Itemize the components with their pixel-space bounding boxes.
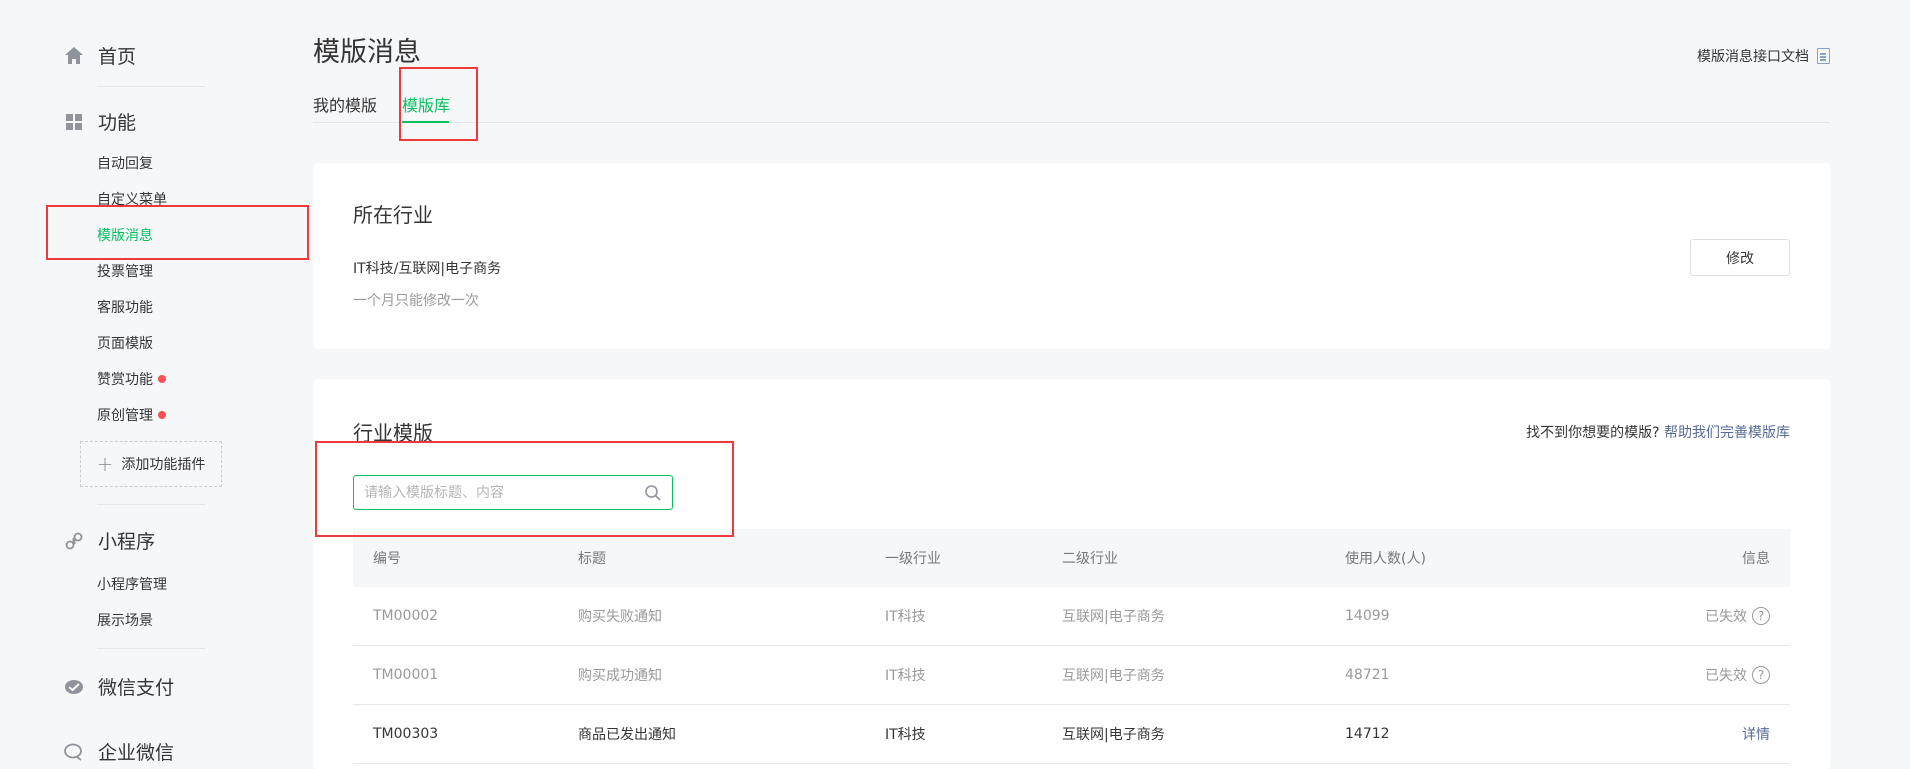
template-title: 购买成功通知 [578, 668, 662, 684]
miniprogram-icon [63, 530, 85, 552]
grid-icon [63, 111, 85, 133]
help-text: 找不到你想要的模版? 帮助我们完善模版库 [1526, 422, 1790, 442]
sidebar-item-label: 客服功能 [97, 300, 153, 316]
home-icon [63, 45, 85, 67]
column-header: 二级行业 [1062, 551, 1118, 567]
nav-enterprise-wechat-label: 企业微信 [98, 742, 175, 764]
api-doc-link[interactable]: 模版消息接口文档 [1697, 46, 1830, 66]
question-icon[interactable]: ? [1752, 607, 1770, 625]
enterprise-wechat-icon [63, 741, 85, 763]
template-industry1: IT科技 [885, 727, 926, 743]
nav-home-label: 首页 [98, 46, 137, 68]
template-industry1: IT科技 [885, 609, 926, 625]
templates-table: 编号 标题 一级行业 二级行业 使用人数(人) 信息 TM00002 购买失败通… [353, 529, 1790, 764]
new-badge-dot [158, 375, 166, 383]
sidebar-item-label: 赞赏功能 [97, 372, 153, 388]
template-industry2: 互联网|电子商务 [1062, 609, 1165, 625]
modify-button[interactable]: 修改 [1690, 239, 1790, 276]
plus-icon: + [96, 452, 114, 476]
industry-card-title: 所在行业 [353, 203, 433, 227]
column-header: 编号 [373, 551, 401, 567]
nav-enterprise-wechat[interactable]: 企业微信 [63, 738, 174, 765]
new-badge-dot [158, 411, 166, 419]
document-icon [1817, 48, 1830, 64]
sidebar-item-label: 原创管理 [97, 408, 153, 424]
template-info: 已失效 ? [1705, 646, 1770, 704]
sidebar-item-miniprogram-manage[interactable]: 小程序管理 [97, 574, 167, 594]
nav-miniprogram[interactable]: 小程序 [63, 527, 155, 554]
highlight-box-template-library-tab [399, 67, 478, 141]
table-header: 编号 标题 一级行业 二级行业 使用人数(人) 信息 [353, 529, 1790, 587]
status-expired: 已失效 [1705, 609, 1747, 625]
industry-note: 一个月只能修改一次 [353, 293, 479, 309]
sidebar: 首页 功能 自动回复 自定义菜单 模版消息 投票管理 客服功能 页面模版 赞赏功… [0, 0, 300, 769]
tab-my-templates[interactable]: 我的模版 [313, 92, 377, 116]
sidebar-item-original[interactable]: 原创管理 [97, 405, 166, 425]
template-id: TM00303 [373, 726, 439, 742]
status-expired: 已失效 [1705, 668, 1747, 684]
add-plugin-button[interactable]: + 添加功能插件 [80, 441, 222, 487]
nav-wechat-pay[interactable]: 微信支付 [63, 673, 174, 700]
improve-library-link[interactable]: 帮助我们完善模版库 [1664, 425, 1790, 441]
sidebar-item-customer-service[interactable]: 客服功能 [97, 297, 153, 317]
column-header: 使用人数(人) [1345, 551, 1426, 567]
column-header: 信息 [1742, 551, 1770, 567]
sidebar-item-label: 小程序管理 [97, 577, 167, 593]
api-doc-link-label: 模版消息接口文档 [1697, 49, 1809, 65]
nav-miniprogram-label: 小程序 [98, 531, 156, 553]
sidebar-divider [97, 504, 205, 505]
sidebar-item-vote[interactable]: 投票管理 [97, 261, 153, 281]
sidebar-item-label: 页面模版 [97, 336, 153, 352]
wechat-pay-icon [63, 676, 85, 698]
template-title: 购买失败通知 [578, 609, 662, 625]
sidebar-item-label: 展示场景 [97, 613, 153, 629]
template-id: TM00001 [373, 667, 439, 683]
details-link[interactable]: 详情 [1742, 705, 1770, 763]
nav-wechat-pay-label: 微信支付 [98, 677, 175, 699]
column-header: 标题 [578, 551, 606, 567]
sidebar-item-label: 投票管理 [97, 264, 153, 280]
nav-home[interactable]: 首页 [63, 42, 136, 69]
add-plugin-label: 添加功能插件 [121, 457, 206, 473]
highlight-box-template-message [46, 205, 309, 260]
industry-card: 所在行业 IT科技/互联网|电子商务 一个月只能修改一次 修改 [313, 163, 1830, 349]
sidebar-item-auto-reply[interactable]: 自动回复 [97, 153, 153, 173]
template-id: TM00002 [373, 608, 439, 624]
industry-value: IT科技/互联网|电子商务 [353, 261, 502, 277]
help-text-label: 找不到你想要的模版? [1526, 425, 1660, 441]
nav-features[interactable]: 功能 [63, 108, 136, 135]
sidebar-item-label: 自动回复 [97, 156, 153, 172]
template-users: 14712 [1345, 726, 1390, 742]
template-users: 14099 [1345, 608, 1390, 624]
tab-bar: 我的模版 模版库 [313, 90, 1830, 123]
sidebar-divider [97, 86, 205, 87]
sidebar-item-page-template[interactable]: 页面模版 [97, 333, 153, 353]
template-users: 48721 [1345, 667, 1390, 683]
question-icon[interactable]: ? [1752, 666, 1770, 684]
template-info: 已失效 ? [1705, 587, 1770, 645]
template-industry2: 互联网|电子商务 [1062, 727, 1165, 743]
template-industry2: 互联网|电子商务 [1062, 668, 1165, 684]
template-title: 商品已发出通知 [578, 727, 676, 743]
template-industry1: IT科技 [885, 668, 926, 684]
sidebar-item-reward[interactable]: 赞赏功能 [97, 369, 166, 389]
highlight-box-search [315, 441, 734, 537]
table-row: TM00001 购买成功通知 IT科技 互联网|电子商务 48721 已失效 ? [353, 646, 1790, 705]
table-row: TM00303 商品已发出通知 IT科技 互联网|电子商务 14712 详情 [353, 705, 1790, 764]
nav-features-label: 功能 [98, 112, 137, 134]
column-header: 一级行业 [885, 551, 941, 567]
industry-templates-card: 行业模版 找不到你想要的模版? 帮助我们完善模版库 编号 标题 一级行业 二级行… [313, 379, 1830, 769]
table-row: TM00002 购买失败通知 IT科技 互联网|电子商务 14099 已失效 ? [353, 587, 1790, 646]
page-title: 模版消息 [313, 37, 421, 68]
sidebar-item-display-scene[interactable]: 展示场景 [97, 610, 153, 630]
sidebar-divider [97, 648, 205, 649]
